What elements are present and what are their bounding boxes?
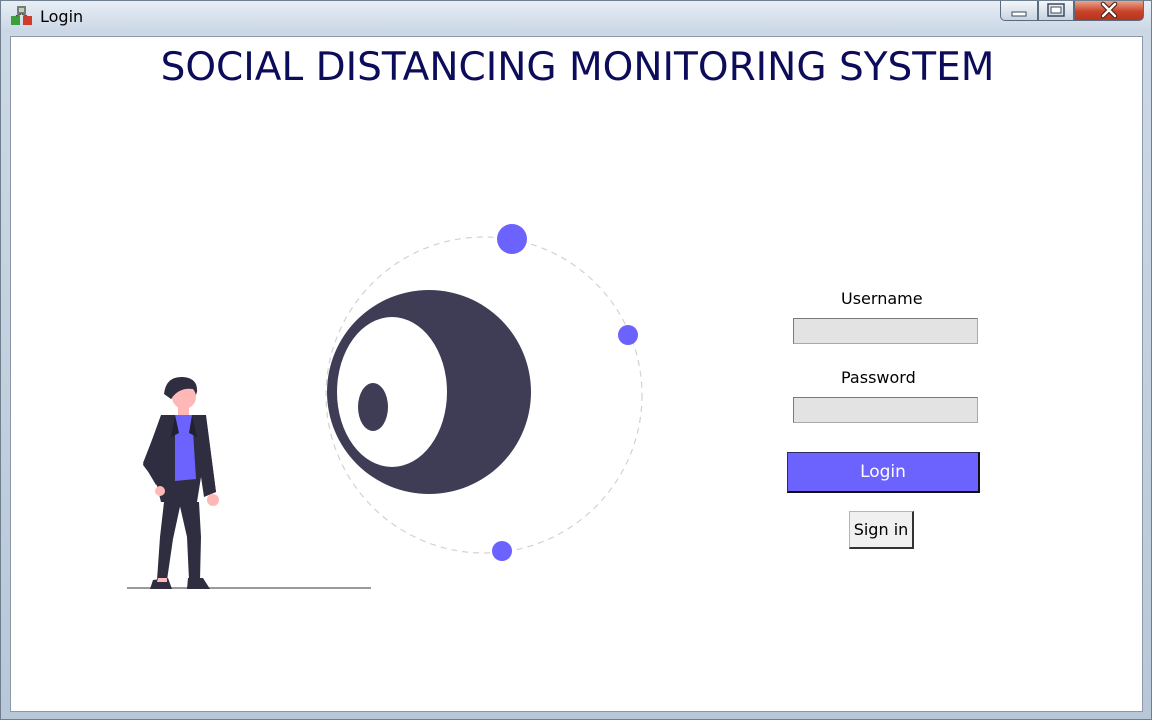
eye-sclera: [337, 317, 447, 467]
maximize-icon: [1047, 3, 1065, 17]
username-label: Username: [841, 289, 923, 308]
minimize-button[interactable]: [1000, 1, 1038, 21]
app-icon: [11, 6, 32, 25]
title-bar[interactable]: Login: [1, 1, 1151, 33]
window-title: Login: [40, 7, 84, 26]
person-figure: [143, 376, 219, 589]
login-button[interactable]: Login: [787, 452, 980, 493]
orbit-dot-right: [618, 325, 638, 345]
password-input[interactable]: [793, 397, 978, 423]
orbit-dot-bottom: [492, 541, 512, 561]
password-label: Password: [841, 368, 916, 387]
app-window: Login SOCIAL DISTANCING MONITORING SYSTE…: [0, 0, 1152, 720]
minimize-icon: [1011, 11, 1027, 17]
close-icon: [1100, 1, 1118, 19]
eye-pupil: [358, 383, 388, 431]
illustration: [127, 224, 643, 589]
sign-in-button[interactable]: Sign in: [849, 511, 914, 549]
orbit-dot-large: [497, 224, 527, 254]
maximize-button[interactable]: [1038, 1, 1074, 21]
login-panel: SOCIAL DISTANCING MONITORING SYSTEM User…: [10, 36, 1143, 712]
username-input[interactable]: [793, 318, 978, 344]
close-button[interactable]: [1074, 1, 1144, 21]
